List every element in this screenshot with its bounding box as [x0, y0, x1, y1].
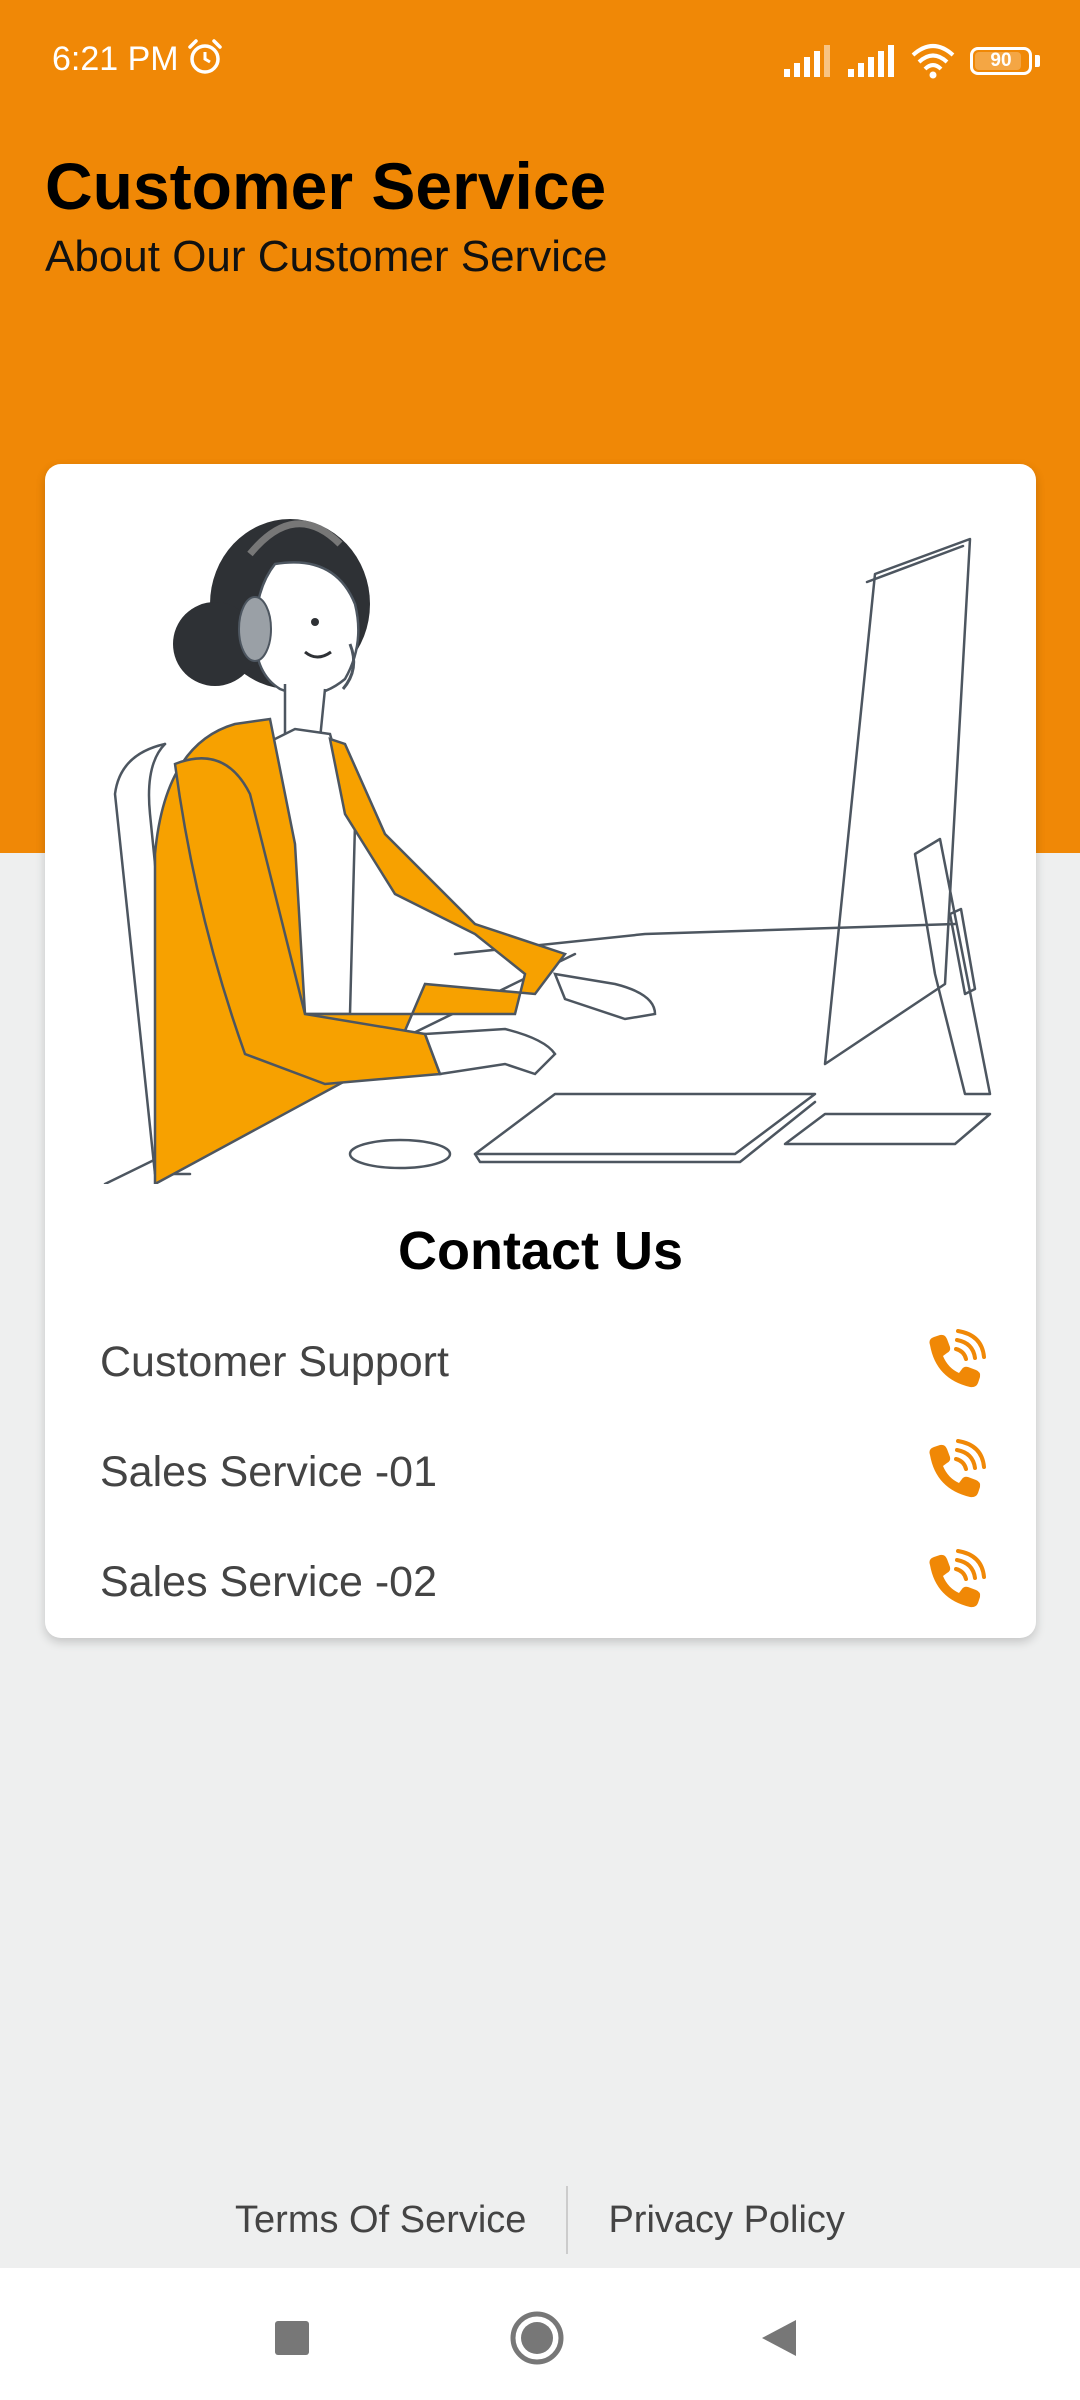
page-title: Customer Service	[45, 149, 607, 223]
alarm-icon	[188, 39, 222, 74]
status-bar: 6:21 PM 90	[0, 0, 1080, 120]
privacy-policy-link[interactable]: Privacy Policy	[568, 2199, 885, 2242]
battery-tip	[1035, 55, 1040, 67]
contact-card: Contact Us Customer Support Sales Servic…	[45, 464, 1036, 1638]
status-time: 6:21 PM	[52, 40, 179, 78]
phone-call-icon[interactable]	[920, 1329, 986, 1395]
back-triangle-icon[interactable]	[748, 2308, 808, 2368]
contact-row-sales-service-02[interactable]: Sales Service -02	[100, 1532, 986, 1632]
home-circle-icon[interactable]	[507, 2308, 567, 2368]
system-nav-bar	[0, 2268, 1080, 2400]
contact-label: Customer Support	[100, 1337, 449, 1386]
battery-icon: 90	[970, 47, 1032, 75]
contact-row-customer-support[interactable]: Customer Support	[100, 1312, 986, 1412]
signal-icon	[784, 45, 830, 77]
phone-call-icon[interactable]	[920, 1549, 986, 1615]
customer-service-agent-illustration	[103, 519, 992, 1184]
page-subtitle: About Our Customer Service	[45, 232, 608, 281]
terms-of-service-link[interactable]: Terms Of Service	[195, 2199, 566, 2242]
footer: Terms Of Service Privacy Policy	[0, 2180, 1080, 2260]
recents-square-icon[interactable]	[262, 2308, 322, 2368]
battery-level: 90	[990, 50, 1012, 71]
contact-us-title: Contact Us	[397, 1221, 684, 1281]
signal-icon	[848, 45, 894, 77]
contact-label: Sales Service -01	[100, 1447, 437, 1496]
wifi-icon	[911, 44, 955, 79]
status-icons: 90	[782, 40, 1040, 82]
contact-label: Sales Service -02	[100, 1557, 437, 1606]
contact-row-sales-service-01[interactable]: Sales Service -01	[100, 1422, 986, 1522]
phone-call-icon[interactable]	[920, 1439, 986, 1505]
